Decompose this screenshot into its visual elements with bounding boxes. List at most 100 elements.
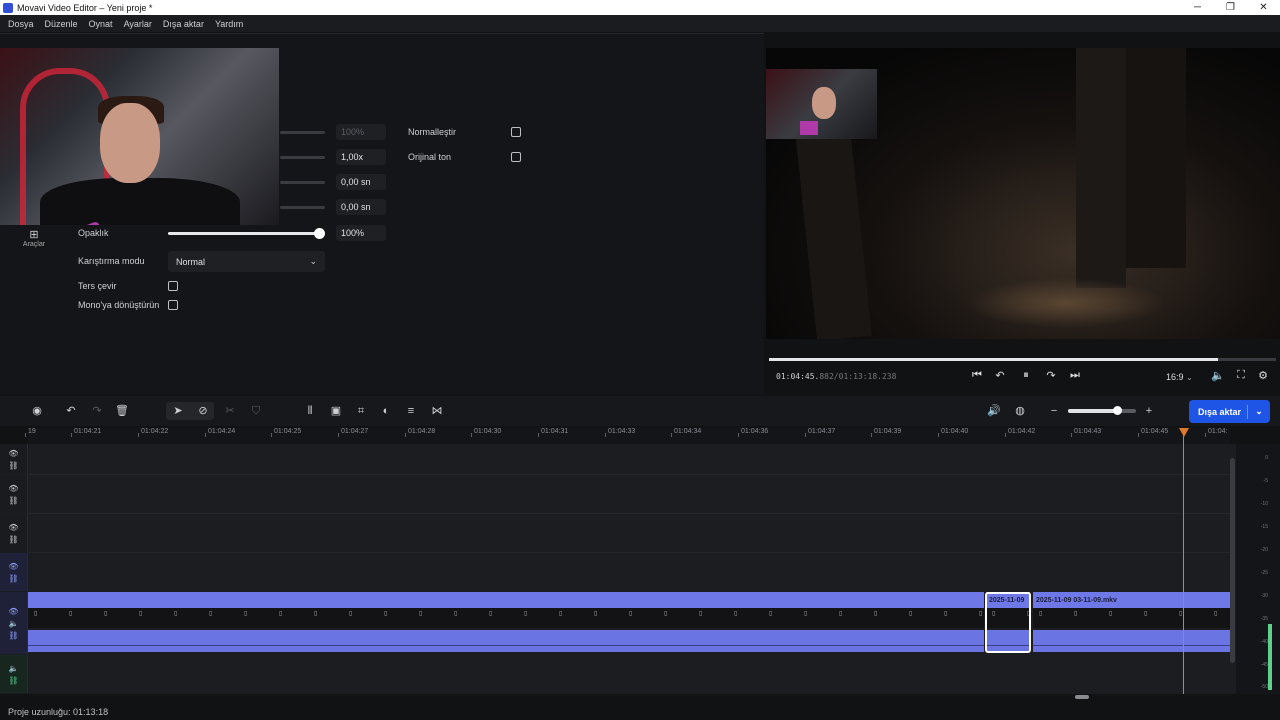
- volume-icon[interactable]: 🔈: [1210, 369, 1226, 382]
- chevron-down-icon[interactable]: ⌄: [1248, 406, 1270, 417]
- no-entry-icon[interactable]: ⊘: [195, 403, 211, 419]
- scene-pillar: [795, 125, 872, 339]
- skip-to-start-icon[interactable]: ⏮: [969, 369, 985, 382]
- zoom-out-icon[interactable]: −: [1046, 403, 1062, 419]
- selected-clip-outline[interactable]: [985, 592, 1031, 653]
- track-header: 👁 ⛓: [0, 553, 28, 591]
- eye-icon[interactable]: 👁: [8, 449, 18, 458]
- playback-progress-bar[interactable]: [769, 358, 1276, 361]
- skip-to-end-icon[interactable]: ⏭: [1067, 369, 1083, 382]
- timeline-vertical-scrollbar[interactable]: [1230, 458, 1235, 663]
- adjustments-icon[interactable]: ≡: [403, 403, 419, 419]
- original-tone-checkbox[interactable]: [511, 152, 521, 162]
- tools-button[interactable]: ⊞ Araçlar: [18, 228, 50, 248]
- mono-checkbox[interactable]: [168, 300, 178, 310]
- meter-scale-label: -35: [1260, 616, 1268, 622]
- timeline-tracks[interactable]: [0, 444, 1236, 694]
- frame-marker: ▯: [699, 611, 703, 617]
- opacity-slider[interactable]: [168, 228, 325, 239]
- crop-frame-icon[interactable]: ▣: [328, 403, 344, 419]
- aspect-ratio-select[interactable]: 16:9 ⌄: [1166, 372, 1193, 382]
- meter-scale-label: -40: [1260, 639, 1268, 645]
- menu-export[interactable]: Dışa aktar: [163, 19, 204, 29]
- eye-icon[interactable]: 👁: [8, 607, 18, 616]
- volume-icon[interactable]: 🔈: [9, 619, 19, 628]
- color-adjust-icon[interactable]: ◐: [378, 403, 394, 419]
- record-icon[interactable]: ◉: [29, 403, 45, 419]
- video-clip-title-bar[interactable]: [28, 592, 984, 608]
- menu-file[interactable]: Dosya: [8, 19, 34, 29]
- ruler-tick: 01:04:45: [1137, 428, 1169, 437]
- audio-mix-icon[interactable]: 🔊: [986, 403, 1002, 419]
- menu-play[interactable]: Oynat: [89, 19, 113, 29]
- volume-value[interactable]: 100%: [336, 124, 386, 140]
- menu-help[interactable]: Yardım: [215, 19, 243, 29]
- select-cursor-icon[interactable]: ➤: [170, 403, 186, 419]
- zoom-in-icon[interactable]: +: [1141, 403, 1157, 419]
- maximize-button[interactable]: ❐: [1214, 2, 1247, 13]
- export-label: Dışa aktar: [1198, 406, 1242, 417]
- preview-webcam-overlay[interactable]: [766, 69, 877, 139]
- playhead-line[interactable]: [1183, 430, 1184, 694]
- frame-marker: ▯: [944, 611, 948, 617]
- opacity-slider-knob[interactable]: [314, 228, 325, 239]
- export-button[interactable]: Dışa aktar ⌄: [1189, 400, 1270, 423]
- timeline-zoom-slider[interactable]: [1068, 406, 1136, 415]
- opacity-value[interactable]: 100%: [336, 225, 386, 241]
- close-button[interactable]: ✕: [1247, 2, 1280, 13]
- undo-icon[interactable]: ↶: [63, 403, 79, 419]
- zoom-slider-knob[interactable]: [1112, 406, 1122, 415]
- audio-waveform-clip[interactable]: [28, 630, 984, 652]
- ruler-tick: 01:04:27: [337, 428, 369, 437]
- invert-checkbox[interactable]: [168, 281, 178, 291]
- fullscreen-icon[interactable]: ⛶: [1233, 369, 1249, 382]
- undo-step-icon[interactable]: ↶: [992, 369, 1008, 382]
- trash-icon[interactable]: 🗑: [114, 403, 130, 419]
- link-icon[interactable]: ⛓: [8, 631, 18, 640]
- stabilize-icon[interactable]: ◍: [1012, 403, 1028, 419]
- eye-icon[interactable]: 👁: [8, 484, 18, 493]
- speed-slider[interactable]: [280, 156, 325, 159]
- timeline-horizontal-scrollbar[interactable]: [1075, 695, 1089, 699]
- link-icon[interactable]: ⛓: [8, 496, 18, 505]
- menu-edit[interactable]: Düzenle: [45, 19, 78, 29]
- menu-settings[interactable]: Ayarlar: [124, 19, 152, 29]
- eye-icon[interactable]: 👁: [8, 562, 18, 571]
- frame-marker: ▯: [664, 611, 668, 617]
- minimize-button[interactable]: ─: [1181, 2, 1214, 13]
- gear-icon[interactable]: ⚙: [1255, 369, 1271, 382]
- volume-icon[interactable]: 🔈: [9, 664, 19, 673]
- normalize-checkbox[interactable]: [511, 127, 521, 137]
- volume-slider[interactable]: [280, 131, 325, 134]
- playhead-marker[interactable]: [1179, 428, 1189, 437]
- link-icon[interactable]: ⛓: [8, 461, 18, 470]
- meter-level-bar: [1268, 624, 1272, 690]
- speed-value[interactable]: 1,00x: [336, 149, 386, 165]
- scissors-icon[interactable]: ✂: [222, 403, 238, 419]
- redo-icon[interactable]: ↷: [89, 403, 105, 419]
- fade-in-value[interactable]: 0,00 sn: [336, 174, 386, 190]
- video-clip-thumbnails[interactable]: ▯ ▯ ▯ ▯ ▯ ▯: [1033, 608, 1230, 628]
- timecode-current: 01:04:45.: [776, 372, 820, 381]
- crop-icon[interactable]: ⌗: [353, 403, 369, 419]
- audio-waveform-clip[interactable]: [1033, 630, 1230, 652]
- split-audio-icon[interactable]: ⫴: [302, 403, 318, 419]
- eye-icon[interactable]: 👁: [8, 523, 18, 532]
- mono-label: Mono'ya dönüştürün: [78, 300, 160, 310]
- transition-icon[interactable]: ⋈: [429, 403, 445, 419]
- link-icon[interactable]: ⛓: [8, 574, 18, 583]
- blend-mode-select[interactable]: Normal ⌄: [168, 251, 325, 272]
- link-icon[interactable]: ⛓: [8, 535, 18, 544]
- timeline-ruler[interactable]: 19 01:04:21 01:04:22 01:04:24 01:04:25 0…: [25, 428, 1230, 444]
- redo-step-icon[interactable]: ↷: [1043, 369, 1059, 382]
- fade-out-slider[interactable]: [280, 206, 325, 209]
- link-icon[interactable]: ⛓: [8, 676, 18, 685]
- frame-marker: ▯: [1109, 611, 1113, 617]
- meter-scale-label: -5: [1263, 478, 1268, 484]
- pause-icon[interactable]: ⏸: [1018, 369, 1034, 382]
- track-header: 👁 ⛓: [0, 444, 28, 474]
- shield-icon[interactable]: ⛉: [248, 403, 264, 419]
- video-clip-thumbnails[interactable]: ▯ ▯ ▯ ▯ ▯ ▯ ▯ ▯ ▯ ▯ ▯ ▯ ▯ ▯ ▯ ▯ ▯ ▯ ▯ ▯ ▯ ▯ ▯ ▯ ▯ ▯ ▯ ▯: [28, 608, 984, 628]
- fade-in-slider[interactable]: [280, 181, 325, 184]
- fade-out-value[interactable]: 0,00 sn: [336, 199, 386, 215]
